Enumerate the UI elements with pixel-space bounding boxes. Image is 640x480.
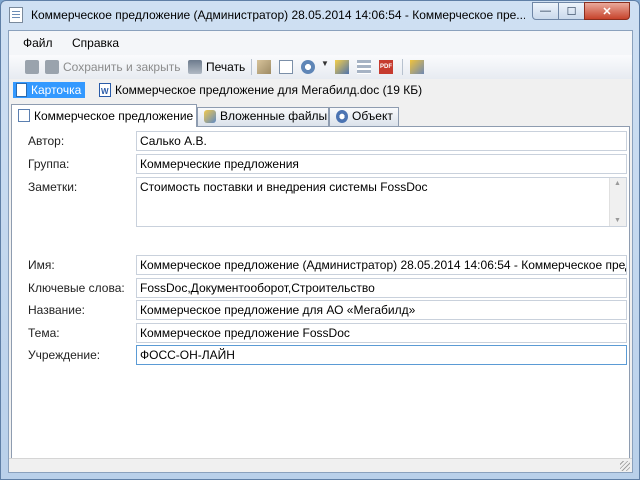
title-field[interactable]: Коммерческое предложение для АО «Мегабил… <box>136 300 627 320</box>
attachment-label: Коммерческое предложение для Мегабилд.do… <box>115 83 423 97</box>
word-document-icon <box>99 83 111 100</box>
save-button[interactable] <box>25 59 39 75</box>
paperclip-icon <box>204 110 216 123</box>
save-close-icon <box>45 60 59 74</box>
object-icon <box>336 110 348 123</box>
gear-icon <box>301 60 315 74</box>
group-field[interactable]: Коммерческие предложения <box>136 154 627 174</box>
document-icon <box>9 7 23 23</box>
card-icon <box>18 109 30 122</box>
organization-label: Учреждение: <box>28 348 101 362</box>
card-label: Карточка <box>31 83 82 97</box>
printer-icon <box>188 60 202 74</box>
resize-grip-icon[interactable] <box>620 461 630 471</box>
card-button[interactable]: Карточка <box>13 82 86 98</box>
properties-panel: Автор: Салько А.В. Группа: Коммерческие … <box>11 126 630 472</box>
subject-label: Тема: <box>28 326 60 340</box>
tab-commercial-offer[interactable]: Коммерческое предложение <box>11 104 197 127</box>
minimize-button[interactable]: — <box>532 2 559 20</box>
tab-label: Коммерческое предложение <box>34 109 194 123</box>
sign-button[interactable] <box>410 59 424 75</box>
author-field[interactable]: Салько А.В. <box>136 131 627 151</box>
export-pdf-button[interactable]: PDF <box>379 59 393 75</box>
toolbar-separator <box>251 59 252 75</box>
title-label: Название: <box>28 303 85 317</box>
notes-label: Заметки: <box>28 180 78 194</box>
chevron-up-icon[interactable]: ▲ <box>614 180 621 187</box>
chevron-down-icon[interactable]: ▼ <box>321 59 329 68</box>
pdf-icon: PDF <box>379 60 393 74</box>
group-label: Группа: <box>28 157 70 171</box>
keywords-field[interactable]: FossDoc,Документооборот,Строительство <box>136 278 627 298</box>
attachment-link[interactable]: Коммерческое предложение для Мегабилд.do… <box>99 82 423 100</box>
pen-icon <box>257 60 271 74</box>
app-window: Коммерческое предложение (Администратор)… <box>0 0 640 480</box>
title-bar[interactable]: Коммерческое предложение (Администратор)… <box>1 1 639 29</box>
notes-text: Стоимость поставки и внедрения системы F… <box>140 180 428 194</box>
organization-field[interactable]: ФОСС-ОН-ЛАЙН <box>136 345 627 365</box>
window-title: Коммерческое предложение (Администратор)… <box>31 8 525 22</box>
save-icon <box>25 60 39 74</box>
name-label: Имя: <box>28 258 55 272</box>
print-button[interactable]: Печать <box>188 59 245 75</box>
save-and-close-label: Сохранить и закрыть <box>63 60 181 74</box>
card-icon <box>16 83 27 97</box>
subject-field[interactable]: Коммерческое предложение FossDoc <box>136 323 627 343</box>
key-icon <box>335 60 349 74</box>
menu-bar: Файл Справка <box>9 31 632 55</box>
stack-button[interactable] <box>357 59 371 75</box>
key-button[interactable] <box>335 59 349 75</box>
author-label: Автор: <box>28 134 65 148</box>
check-document-button[interactable] <box>279 59 293 75</box>
tab-attached-files[interactable]: Вложенные файлы <box>197 107 329 126</box>
close-button[interactable]: ✕ <box>584 2 630 20</box>
status-bar <box>9 458 632 472</box>
client-area: Файл Справка Сохранить и закрыть Печать <box>8 30 633 473</box>
menu-file[interactable]: Файл <box>23 36 53 50</box>
keywords-label: Ключевые слова: <box>28 281 125 295</box>
toolbar: Сохранить и закрыть Печать ▼ PDF <box>9 55 632 79</box>
chevron-down-icon[interactable]: ▼ <box>614 217 621 224</box>
menu-help[interactable]: Справка <box>72 36 119 50</box>
tab-object[interactable]: Объект <box>329 107 399 126</box>
nav-row: Карточка Коммерческое предложение для Ме… <box>9 79 632 101</box>
toolbar-separator <box>402 59 403 75</box>
stack-icon <box>357 60 371 74</box>
settings-button[interactable] <box>301 59 315 75</box>
edit-button[interactable] <box>257 59 271 75</box>
print-label: Печать <box>206 60 246 74</box>
sign-icon <box>410 60 424 74</box>
notes-field[interactable]: Стоимость поставки и внедрения системы F… <box>136 177 627 227</box>
tab-strip: Коммерческое предложение Вложенные файлы… <box>11 104 631 127</box>
maximize-button[interactable]: ☐ <box>558 2 585 20</box>
notes-scrollbar[interactable]: ▲ ▼ <box>609 178 626 226</box>
tab-label: Объект <box>352 109 393 123</box>
document-check-icon <box>279 60 293 74</box>
save-and-close-button[interactable]: Сохранить и закрыть <box>45 59 180 75</box>
name-field[interactable]: Коммерческое предложение (Администратор)… <box>136 255 627 275</box>
tab-label: Вложенные файлы <box>220 109 328 123</box>
